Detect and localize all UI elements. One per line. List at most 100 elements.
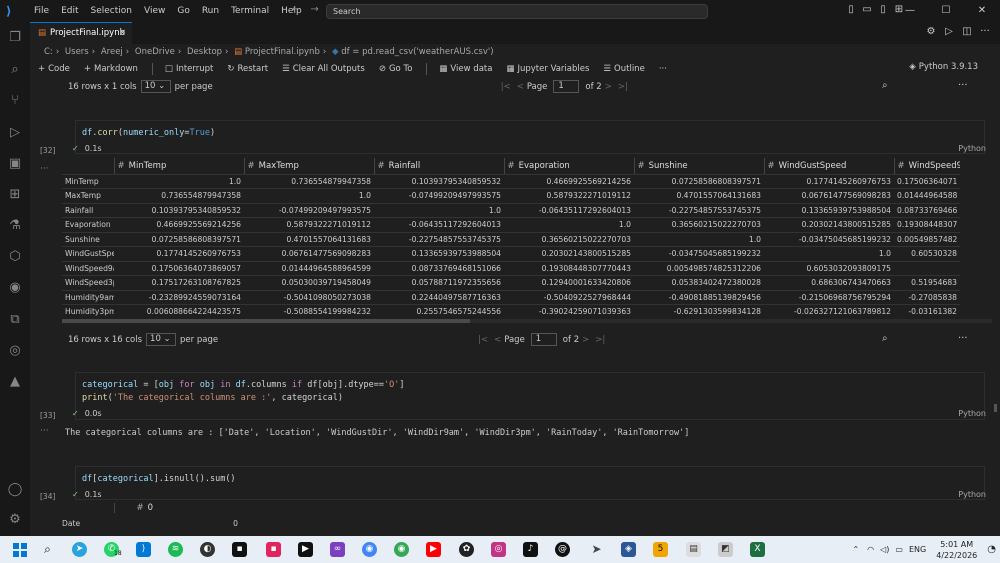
output-ellipsis[interactable]: ··· [40, 164, 49, 174]
first-page-icon[interactable]: |< [501, 82, 511, 92]
windows-start-icon[interactable] [13, 542, 27, 557]
run-debug-icon[interactable]: ▷ [7, 125, 23, 141]
menu-edit[interactable]: Edit [61, 6, 78, 16]
extensions-icon[interactable]: ⊞ [7, 187, 23, 203]
run-icon[interactable]: ▷ [940, 26, 958, 37]
more-actions-icon[interactable]: ··· [976, 26, 994, 37]
visual-studio-icon[interactable]: ∞ [330, 542, 345, 557]
output-search-icon[interactable]: ⌕ [882, 333, 888, 344]
python-icon[interactable]: ⧉ [7, 312, 23, 328]
restart-button[interactable]: ↻ Restart [227, 64, 268, 74]
first-page-icon[interactable]: |< [478, 335, 488, 345]
battery-icon[interactable]: ▭ [895, 545, 903, 554]
command-search[interactable]: Search [326, 4, 708, 19]
telegram-icon[interactable]: ➤ [72, 542, 87, 557]
testing-icon[interactable]: ⚗ [7, 218, 23, 234]
close-icon[interactable]: ✕ [964, 0, 1000, 22]
jetbrains-icon[interactable]: ▪ [266, 542, 281, 557]
edge-icon[interactable]: ◎ [7, 343, 23, 359]
output-ellipsis[interactable]: ··· [40, 426, 49, 436]
add-code-button[interactable]: + Code [38, 64, 70, 74]
source-control-icon[interactable]: ⑂ [7, 93, 23, 109]
account-icon[interactable]: ◯ [7, 482, 23, 498]
volume-icon[interactable]: ◁) [880, 545, 889, 554]
column-header[interactable]: # Evaporation [503, 158, 634, 175]
split-editor-icon[interactable]: ◫ [958, 26, 976, 37]
next-page-icon[interactable]: > [605, 82, 612, 92]
toolbar-more-button[interactable]: ··· [659, 64, 667, 74]
breadcrumb-item[interactable]: ProjectFinal.ipynb [245, 47, 320, 57]
settings-icon[interactable]: ⚙ [922, 26, 940, 37]
menu-view[interactable]: View [144, 6, 165, 16]
vscode-taskbar-icon[interactable]: ⟩ [136, 542, 151, 557]
breadcrumb-item[interactable]: OneDrive [135, 47, 175, 57]
tray-arrow-icon[interactable]: ⌃ [852, 545, 859, 554]
instagram-icon[interactable]: ◎ [491, 542, 506, 557]
view-data-button[interactable]: ▦ View data [439, 64, 492, 74]
prev-page-icon[interactable]: < [494, 335, 501, 345]
explorer-icon[interactable]: ❐ [7, 30, 23, 46]
output-more-icon[interactable]: ··· [958, 80, 968, 91]
cell-34-source[interactable]: df[categorical].isnull().sum() [82, 474, 236, 484]
maximize-icon[interactable]: ☐ [928, 0, 964, 22]
add-markdown-button[interactable]: + Markdown [84, 64, 138, 74]
spotify-icon[interactable]: ≋ [168, 542, 183, 557]
cell-33-source-line2[interactable]: print('The categorical columns are :', c… [82, 393, 343, 403]
interrupt-button[interactable]: □ Interrupt [165, 64, 213, 74]
scrollbar-thumb[interactable] [62, 319, 470, 323]
column-header[interactable]: # MinTemp [113, 158, 244, 175]
back-arrow-icon[interactable]: ← [292, 4, 300, 15]
drive-icon[interactable]: ▲ [7, 374, 23, 390]
terminal-icon[interactable]: ▶ [298, 542, 313, 557]
output-search-icon[interactable]: ⌕ [882, 80, 888, 91]
clock[interactable]: 5:01 AM 4/22/2026 [936, 539, 977, 561]
cell-language[interactable]: Python [958, 409, 986, 418]
search-icon[interactable]: ⌕ [7, 62, 23, 78]
cell-language[interactable]: Python [958, 490, 986, 499]
github-icon[interactable]: ◉ [7, 280, 23, 296]
excel-icon[interactable]: X [750, 542, 765, 557]
menu-go[interactable]: Go [177, 6, 189, 16]
send-icon[interactable]: ➤ [589, 542, 604, 557]
language-indicator[interactable]: ENG [909, 545, 926, 554]
app-icon[interactable]: ◐ [200, 542, 215, 557]
cell-33-source-line1[interactable]: categorical = [obj for obj in df.columns… [82, 380, 405, 390]
editor-scrollbar[interactable] [994, 404, 997, 412]
cell-language[interactable]: Python [958, 144, 986, 153]
forward-arrow-icon[interactable]: → [310, 4, 318, 15]
column-header[interactable]: # MaxTemp [243, 158, 374, 175]
menu-file[interactable]: File [34, 6, 49, 16]
column-header[interactable]: # Rainfall [373, 158, 504, 175]
app-icon-5[interactable]: 5 [653, 542, 668, 557]
table-horizontal-scrollbar[interactable] [62, 319, 992, 323]
remote-explorer-icon[interactable]: ▣ [7, 156, 23, 172]
per-page-select[interactable]: 10 ⌄ [140, 80, 171, 93]
breadcrumb-item[interactable]: C: [44, 47, 53, 57]
outline-button[interactable]: ☰ Outline [603, 64, 644, 74]
clear-outputs-button[interactable]: ☰ Clear All Outputs [282, 64, 365, 74]
chrome-profile-icon[interactable]: ◉ [394, 542, 409, 557]
tab-close-icon[interactable]: × [119, 23, 126, 44]
layout-panel-icon[interactable]: ▭ [859, 4, 875, 15]
breadcrumb-item[interactable]: Areej [101, 47, 123, 57]
threads-icon[interactable]: @ [555, 542, 570, 557]
page-input[interactable]: 1 [553, 80, 580, 93]
containers-icon[interactable]: ⬡ [7, 249, 23, 265]
menu-run[interactable]: Run [202, 6, 219, 16]
cell-32-source[interactable]: df.corr(numeric_only=True) [82, 128, 215, 138]
pycharm-icon[interactable]: ▪ [232, 542, 247, 557]
breadcrumb-item[interactable]: Desktop [187, 47, 222, 57]
next-page-icon[interactable]: > [582, 335, 589, 345]
tiktok-icon[interactable]: ♪ [523, 542, 538, 557]
menu-selection[interactable]: Selection [91, 6, 132, 16]
breadcrumb-item[interactable]: Users [65, 47, 89, 57]
last-page-icon[interactable]: >| [595, 335, 605, 345]
search-icon[interactable]: ⌕ [40, 542, 55, 557]
last-page-icon[interactable]: >| [618, 82, 628, 92]
minimize-icon[interactable]: — [892, 0, 928, 22]
column-header[interactable]: # WindGustSpeed [763, 158, 894, 175]
jupyter-variables-button[interactable]: ▦ Jupyter Variables [506, 64, 589, 74]
youtube-icon[interactable]: ▶ [426, 542, 441, 557]
column-header[interactable]: #0 [113, 503, 238, 513]
gear-icon[interactable]: ⚙ [7, 512, 23, 528]
